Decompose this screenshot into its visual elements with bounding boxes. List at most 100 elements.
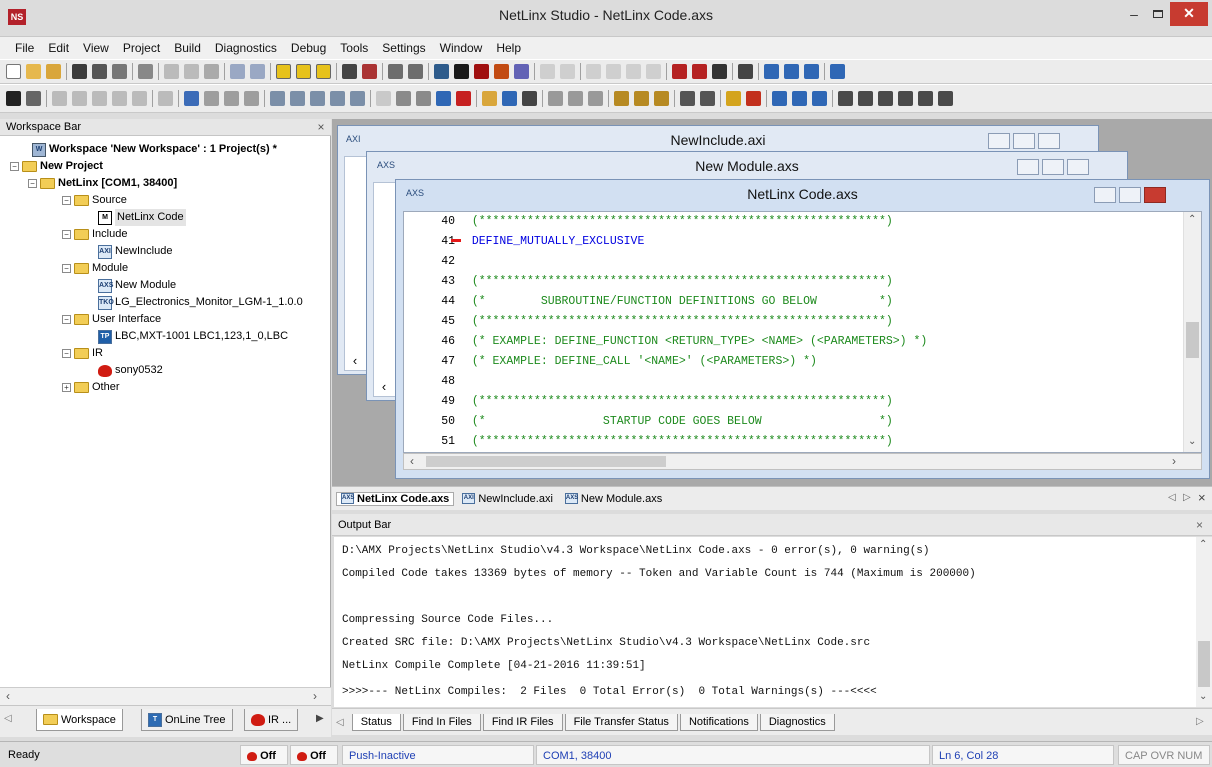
copy-icon[interactable] [184,64,199,79]
tree-item-system[interactable]: − NetLinx [COM1, 38400] [28,175,177,192]
block-icon[interactable] [396,91,411,106]
file-check-icon[interactable] [482,91,497,106]
indent-icon[interactable] [158,91,173,106]
tree-item-netlinx-code[interactable]: M NetLinx Code [98,209,186,226]
tree-icon[interactable] [494,64,509,79]
paste-icon[interactable] [204,64,219,79]
menu-help[interactable]: Help [489,41,528,55]
open-file-icon[interactable] [26,64,41,79]
redo-icon[interactable] [250,64,265,79]
doc-tab-newinclude[interactable]: AXI NewInclude.axi [458,493,557,505]
mdi-minimize-button[interactable] [1094,187,1116,203]
comment-icon[interactable] [184,91,199,106]
collapse-icon[interactable]: − [62,264,71,273]
output-view-icon[interactable] [296,64,311,79]
binoculars-icon[interactable] [6,91,21,106]
ab-icon[interactable] [376,91,391,106]
bug-watch-icon[interactable] [568,91,583,106]
maximize-button[interactable] [1146,4,1170,26]
tools-d-icon[interactable] [898,91,913,106]
user-b-icon[interactable] [746,91,761,106]
step-over-icon[interactable] [626,64,641,79]
scroll-left-icon[interactable]: ‹ [410,454,414,468]
bug-stop-icon[interactable] [588,91,603,106]
tools-b-icon[interactable] [858,91,873,106]
collapse-icon[interactable]: − [10,162,19,171]
device-b-icon[interactable] [634,91,649,106]
font-smaller-icon[interactable] [92,91,107,106]
section-define-icon[interactable] [290,91,305,106]
tab-prev-icon[interactable]: ◁ [1168,492,1176,503]
editor-horizontal-scrollbar[interactable]: ‹ › [403,453,1202,470]
tree-item-module[interactable]: − Module [62,260,128,277]
bookmark-next-icon[interactable] [132,91,147,106]
undo-icon[interactable] [230,64,245,79]
bug-icon[interactable] [548,91,563,106]
mdi-close-button[interactable] [1067,159,1090,175]
mdi-restore-button[interactable] [1013,133,1036,149]
expand-icon[interactable]: + [62,383,71,392]
collapse-icon[interactable]: − [28,179,37,188]
tab-diagnostics[interactable]: Diagnostics [759,713,835,731]
find-icon[interactable] [342,64,357,79]
mdi-minimize-button[interactable] [1017,159,1039,175]
close-window-button[interactable]: ✕ [1170,2,1208,26]
tree-item-source[interactable]: − Source [62,192,127,209]
workspace-horizontal-scrollbar[interactable]: ‹ › [0,687,331,705]
bookmark-icon[interactable] [112,91,127,106]
section-sub-icon[interactable] [350,91,365,106]
scroll-right-icon[interactable]: › [1172,454,1176,468]
tile-icon[interactable] [784,64,799,79]
network-icon[interactable] [812,91,827,106]
new-file-icon[interactable] [6,64,21,79]
print-icon[interactable] [138,64,153,79]
wrench-icon[interactable] [514,64,529,79]
window-icon[interactable] [764,64,779,79]
collapse-icon[interactable]: − [62,196,71,205]
tree-item-user-interface[interactable]: − User Interface [62,311,161,328]
debug-icon[interactable] [586,64,601,79]
tree-item-sony[interactable]: sony0532 [98,362,163,379]
tab-ir[interactable]: IR ... [244,709,299,731]
section-start-icon[interactable] [310,91,325,106]
cascade-icon[interactable] [804,64,819,79]
plus-icon[interactable] [436,91,451,106]
close-document-icon[interactable]: × [1198,490,1206,505]
tools-a-icon[interactable] [838,91,853,106]
menu-edit[interactable]: Edit [41,41,76,55]
menu-file[interactable]: File [8,41,41,55]
file-transfer-icon[interactable] [522,91,537,106]
matrix-icon[interactable] [738,64,753,79]
output-close-icon[interactable]: × [1196,514,1203,536]
scroll-down-icon[interactable]: ⌄ [1188,436,1196,447]
user-a-icon[interactable] [726,91,741,106]
scroll-down-icon[interactable]: ⌄ [1199,691,1207,702]
editor-vertical-scrollbar[interactable]: ⌃ ⌄ [1183,212,1201,452]
panel-a-icon[interactable] [680,91,695,106]
tree-item-lg-module[interactable]: TKO LG_Electronics_Monitor_LGM-1_1.0.0 [98,294,303,311]
doc-tab-new-module[interactable]: AXS New Module.axs [561,493,666,505]
tab-scroll-left-icon[interactable]: ◁ [336,717,344,728]
send-icon[interactable] [434,64,449,79]
tree-item-touch-panel[interactable]: TP LBC,MXT-1001 LBC1,123,1_0,LBC [98,328,288,345]
minus-icon[interactable] [456,91,471,106]
tab-scroll-right-icon[interactable]: ▶ [316,713,324,724]
scroll-thumb[interactable] [426,456,666,467]
mdi-close-button[interactable] [1144,187,1167,203]
connect-icon[interactable] [772,91,787,106]
tree-item-other[interactable]: + Other [62,379,120,396]
scroll-up-icon[interactable]: ⌃ [1199,539,1207,550]
tools-c-icon[interactable] [878,91,893,106]
tree-item-ir[interactable]: − IR [62,345,103,362]
scroll-right-icon[interactable]: › [313,689,317,703]
collapse-icon[interactable]: − [62,349,71,358]
minimize-button[interactable]: – [1122,4,1146,26]
font-size-icon[interactable] [52,91,67,106]
tab-next-icon[interactable]: ▷ [1183,492,1191,503]
status-view-icon[interactable] [316,64,331,79]
menu-debug[interactable]: Debug [284,41,333,55]
doc-tab-netlinx-code[interactable]: AXS NetLinx Code.axs [336,491,455,506]
navigate-icon[interactable] [830,64,845,79]
file-search-icon[interactable] [502,91,517,106]
panel-b-icon[interactable] [700,91,715,106]
